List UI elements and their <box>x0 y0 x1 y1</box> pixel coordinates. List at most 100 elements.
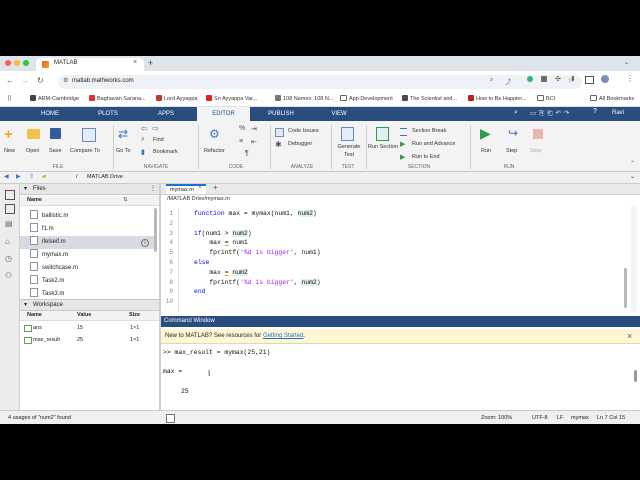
extension-icon[interactable] <box>527 76 533 82</box>
editor-scrollbar[interactable] <box>624 268 627 308</box>
share-panel-icon[interactable]: ⌂ <box>5 237 10 246</box>
maximize-window-icon[interactable] <box>23 60 29 66</box>
search-icon[interactable]: ⌕ <box>514 109 518 117</box>
browser-tab[interactable]: MATLAB × <box>36 58 144 71</box>
browse-folder-icon[interactable]: ▰ <box>42 172 47 183</box>
user-name[interactable]: Ravi <box>612 110 624 116</box>
collapse-icon[interactable]: ▾ <box>24 184 27 194</box>
tab-view[interactable]: VIEW <box>316 107 362 121</box>
section-break-button[interactable]: Section Break <box>399 127 459 138</box>
line-ending[interactable]: LF <box>557 411 563 424</box>
indent-icon[interactable]: ⇥ <box>251 125 257 133</box>
tab-home[interactable]: HOME <box>28 107 72 121</box>
path-dropdown-icon[interactable]: ⌄ <box>630 172 635 183</box>
new-button[interactable]: + New <box>3 126 19 158</box>
run-section-button[interactable]: Run Section <box>368 126 398 162</box>
new-tab-icon[interactable]: + <box>148 58 153 68</box>
url-field[interactable]: ⚙ matlab.mathworks.com ⌕ ⤴ ☆ <box>58 75 582 89</box>
compare-button[interactable]: Compare To <box>70 126 110 158</box>
ws-value-header[interactable]: Value <box>77 311 91 320</box>
close-tab-icon[interactable]: × <box>133 59 137 66</box>
reload-icon[interactable]: ↻ <box>37 76 44 85</box>
bookmark-item[interactable]: How to Be Happier... <box>468 94 526 105</box>
panel-menu-icon[interactable]: ⋮ <box>150 184 156 194</box>
bookmark-item[interactable]: The Scientist and... <box>402 94 457 105</box>
goto-button[interactable]: ⇄ Go To <box>115 126 137 158</box>
open-button[interactable]: Open <box>24 126 44 158</box>
table-row[interactable]: ans 15 1×1 <box>20 322 159 334</box>
help-icon[interactable]: ? <box>593 108 597 115</box>
files-panel-icon[interactable] <box>5 190 15 200</box>
bookmark-item[interactable]: Baghavan Sarana... <box>89 94 146 105</box>
format-icon[interactable]: ¶ <box>245 150 249 157</box>
list-item[interactable]: switchcase.m <box>30 262 156 275</box>
extensions-puzzle-icon[interactable]: ✣ <box>555 75 561 83</box>
share-icon[interactable]: ⤴ <box>505 77 511 86</box>
bookmark-item[interactable]: ARM-Cambridge <box>30 94 79 105</box>
find-button[interactable]: ⌕ Find <box>140 136 180 146</box>
save-button[interactable]: Save <box>47 126 67 158</box>
ws-size-header[interactable]: Size <box>129 311 140 320</box>
bookmark-item[interactable]: BCI <box>537 94 555 105</box>
workspace-panel-icon[interactable] <box>5 204 15 214</box>
encoding[interactable]: UTF-8 <box>532 411 548 424</box>
browser-menu-icon[interactable]: ⋮ <box>626 74 634 83</box>
minimize-window-icon[interactable] <box>14 60 20 66</box>
new-file-tab-icon[interactable]: + <box>213 183 218 192</box>
bookmark-item[interactable]: App Development <box>340 94 393 105</box>
profile-avatar[interactable] <box>601 75 609 83</box>
extension-icon-2[interactable] <box>541 76 547 82</box>
stop-button[interactable]: Stop <box>529 126 553 158</box>
bookmark-button[interactable]: ▮ Bookmark <box>140 148 195 158</box>
code-editor[interactable]: 1 2 3 4 5 6 7 8 9 10 function max = myma… <box>161 204 640 314</box>
generate-test-button[interactable]: Generate Test <box>333 126 363 162</box>
step-button[interactable]: ↪ Step <box>503 126 527 158</box>
forward-folder-icon[interactable]: ▶ <box>16 172 21 183</box>
forward-arrow-icon[interactable]: ⇨ <box>152 124 159 133</box>
command-scrollbar[interactable] <box>634 370 637 382</box>
list-item[interactable]: mymax.m <box>30 249 156 262</box>
list-item-selected[interactable]: ifelseif.m i <box>20 236 154 249</box>
back-icon[interactable]: ← <box>6 76 14 85</box>
back-arrow-icon[interactable]: ⇦ <box>141 124 148 133</box>
collapse-toolstrip-icon[interactable]: ⌃ <box>630 160 635 167</box>
list-item[interactable]: Task3.m <box>30 288 156 298</box>
path-folder[interactable]: MATLAB Drive <box>87 172 123 183</box>
collapse-icon[interactable]: ▾ <box>24 300 27 310</box>
zoom-level[interactable]: Zoom: 100% <box>481 411 512 424</box>
run-button[interactable]: ▶ Run <box>475 125 499 158</box>
command-window-output[interactable]: >> max_result = mymax(25,21) max = I 25 <box>161 344 640 410</box>
comment-icon[interactable]: % <box>239 125 245 132</box>
close-tab-icon[interactable]: × <box>198 185 202 191</box>
side-panel-icon[interactable] <box>585 76 594 84</box>
tab-list-icon[interactable]: ⌄ <box>624 59 629 66</box>
outdent-icon[interactable]: ⇤ <box>251 138 257 146</box>
apps-grid-icon[interactable]: ⠿ <box>7 95 12 103</box>
debugger-button[interactable]: ✱ Debugger <box>274 140 324 151</box>
refactor-button[interactable]: ⚙ Refactor <box>203 126 233 158</box>
ws-name-header[interactable]: Name <box>27 311 42 320</box>
bookmark-item[interactable]: 108 Names: 108 N... <box>275 94 333 105</box>
search-page-icon[interactable]: ⌕ <box>490 77 493 84</box>
up-folder-icon[interactable]: ⇧ <box>29 172 34 183</box>
tab-plots[interactable]: PLOTS <box>86 107 130 121</box>
info-icon[interactable]: i <box>141 239 149 247</box>
site-info-icon[interactable]: ⚙ <box>63 77 68 84</box>
list-item[interactable]: f1.m <box>30 223 156 236</box>
files-scrollbar[interactable] <box>154 208 157 252</box>
forward-icon[interactable]: → <box>21 76 29 85</box>
close-banner-icon[interactable]: × <box>627 329 632 343</box>
files-column-header[interactable]: Name ⇅ <box>20 196 159 206</box>
list-item[interactable]: ballistic.m <box>30 210 156 223</box>
bookmark-item[interactable]: Lord Ayyappa <box>156 94 198 105</box>
editor-tab[interactable]: mymax.m × <box>166 184 206 194</box>
status-checkbox[interactable] <box>166 414 175 423</box>
tab-publish[interactable]: PUBLISH <box>258 107 304 121</box>
run-to-end-button[interactable]: ▶ Run to End <box>399 153 459 164</box>
run-and-advance-button[interactable]: ▶ Run and Advance <box>399 140 469 151</box>
code-issues-button[interactable]: Code Issues <box>274 127 330 138</box>
back-folder-icon[interactable]: ◀ <box>4 172 9 183</box>
getting-started-link[interactable]: Getting Started <box>263 333 303 339</box>
close-window-icon[interactable] <box>5 60 11 66</box>
list-item[interactable]: Task2.m <box>30 275 156 288</box>
